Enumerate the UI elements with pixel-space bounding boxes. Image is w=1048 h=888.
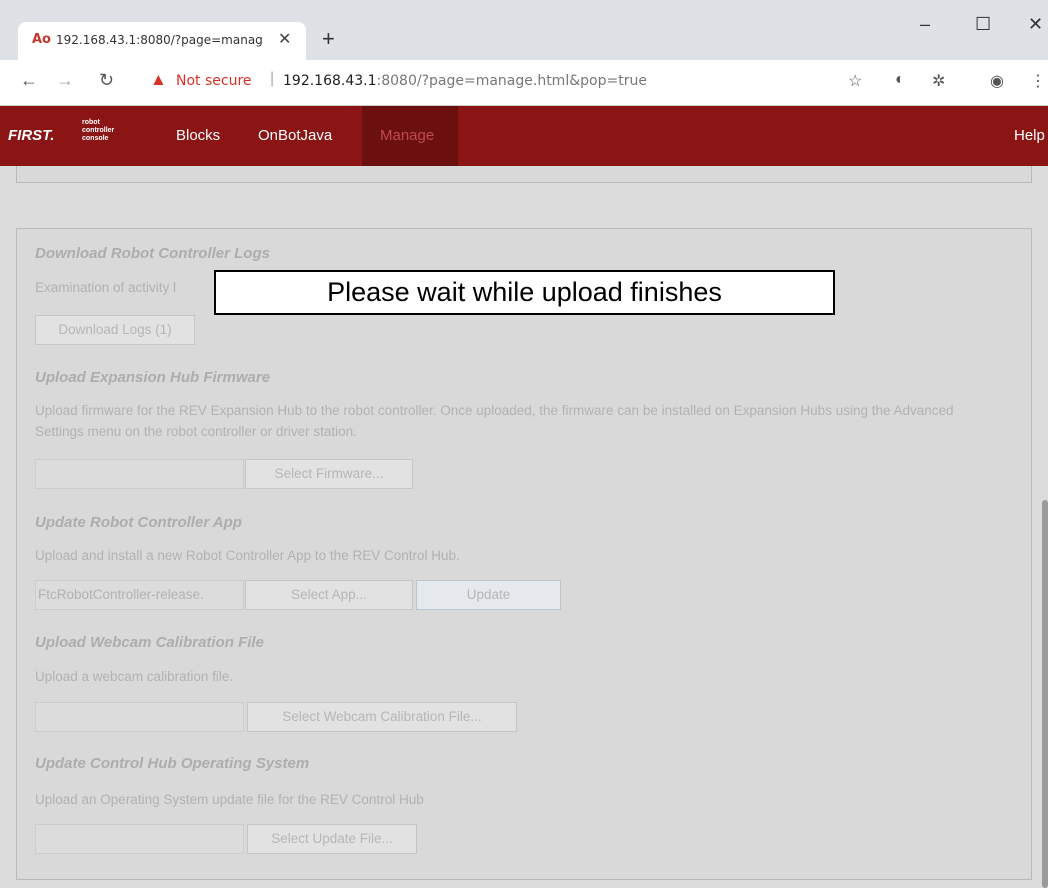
tab-title: 192.168.43.1:8080/?page=manag — [56, 33, 263, 47]
section-title-firmware: Upload Expansion Hub Firmware — [35, 369, 271, 386]
warning-icon[interactable]: ▲ — [150, 70, 167, 90]
section-title-logs: Download Robot Controller Logs — [35, 245, 270, 262]
section-desc-firmware: Upload firmware for the REV Expansion Hu… — [35, 403, 954, 439]
close-tab-icon[interactable]: ✕ — [278, 29, 291, 49]
url-host: 192.168.43.1 — [283, 73, 377, 89]
menu-kebab-icon[interactable]: ⋮ — [1030, 71, 1046, 91]
app-header: FIRST. robot controller console Blocks OnB… — [0, 106, 1048, 166]
manage-panel: Download Robot Controller Logs Examinati… — [16, 228, 1032, 880]
nav-manage[interactable]: Manage — [380, 127, 434, 144]
profile-avatar-icon[interactable]: ◉ — [990, 71, 1004, 91]
select-webcam-file-button[interactable]: Select Webcam Calibration File... — [247, 702, 517, 732]
section-desc-os: Upload an Operating System update file f… — [35, 792, 424, 807]
section-title-app-update: Update Robot Controller App — [35, 514, 242, 531]
section-title-webcam: Upload Webcam Calibration File — [35, 634, 264, 651]
browser-toolbar: ← → ↻ ▲ Not secure | 192.168.43.1:8080/?… — [0, 60, 1048, 106]
nav-help[interactable]: Help — [1014, 127, 1045, 144]
section-title-os: Update Control Hub Operating System — [35, 755, 310, 772]
browser-tab[interactable]: Ao 192.168.43.1:8080/?page=manag ✕ — [18, 22, 306, 60]
os-file-field[interactable] — [35, 824, 244, 854]
nav-onbotjava[interactable]: OnBotJava — [258, 127, 332, 144]
back-icon[interactable]: ← — [20, 70, 38, 91]
download-logs-button[interactable]: Download Logs (1) — [35, 315, 195, 345]
reload-icon[interactable]: ↻ — [99, 70, 114, 91]
select-update-file-button[interactable]: Select Update File... — [247, 824, 417, 854]
nav-blocks[interactable]: Blocks — [176, 127, 220, 144]
webcam-file-field[interactable] — [35, 702, 244, 732]
section-desc-logs: Examination of activity l — [35, 280, 177, 295]
address-divider: | — [270, 70, 275, 87]
site-favicon-icon: Ao — [32, 32, 51, 47]
browser-tab-strip: Ao 192.168.43.1:8080/?page=manag ✕ + – ☐… — [0, 0, 1048, 60]
url-path: :8080/?page=manage.html&pop=true — [376, 73, 647, 89]
firmware-file-field[interactable] — [35, 459, 244, 489]
update-button[interactable]: Update — [416, 580, 561, 610]
previous-section-box — [16, 166, 1032, 183]
console-logo-text: robot controller console — [82, 119, 115, 142]
page-scrollbar[interactable] — [1042, 500, 1048, 888]
close-window-icon[interactable]: ✕ — [1028, 14, 1043, 35]
select-app-button[interactable]: Select App... — [245, 580, 413, 610]
app-file-field[interactable]: FtcRobotController-release. — [35, 580, 244, 610]
new-tab-icon[interactable]: + — [322, 26, 335, 52]
minimize-icon[interactable]: – — [920, 14, 930, 35]
section-desc-webcam: Upload a webcam calibration file. — [35, 669, 234, 684]
bookmark-star-icon[interactable]: ☆ — [848, 71, 862, 91]
first-logo: FIRST. — [8, 127, 55, 144]
extension-circle-icon[interactable]: ◐ — [895, 71, 905, 89]
section-desc-app-update: Upload and install a new Robot Controlle… — [35, 548, 460, 563]
select-firmware-button[interactable]: Select Firmware... — [245, 459, 413, 489]
not-secure-label[interactable]: Not secure — [176, 73, 252, 89]
upload-wait-message: Please wait while upload finishes — [214, 270, 835, 315]
maximize-icon[interactable]: ☐ — [975, 14, 991, 35]
address-bar[interactable]: 192.168.43.1:8080/?page=manage.html&pop=… — [283, 73, 647, 89]
forward-icon[interactable]: → — [56, 70, 74, 91]
extension-sun-icon[interactable]: ✲ — [932, 71, 945, 91]
